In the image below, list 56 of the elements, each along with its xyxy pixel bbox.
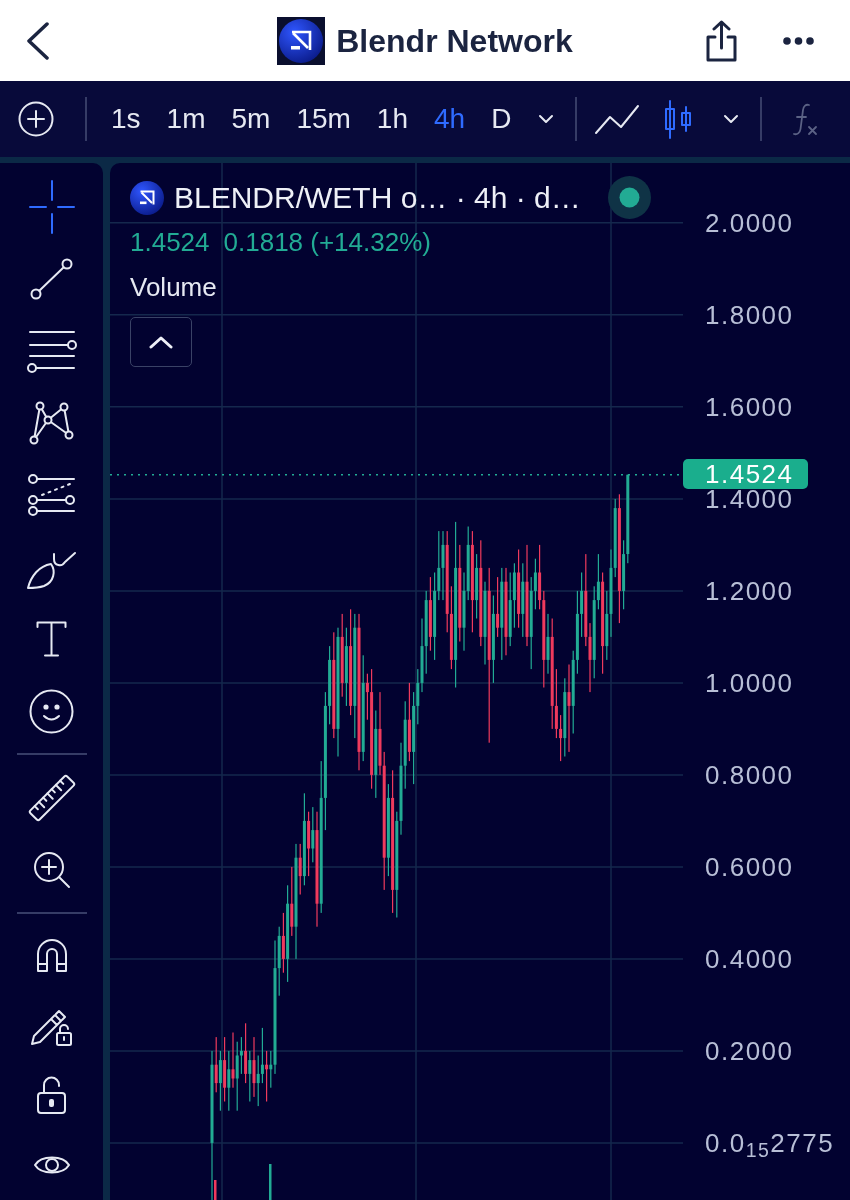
volume-bar (214, 1180, 217, 1200)
open-padlock-icon[interactable] (36, 1075, 67, 1115)
indicator-label[interactable]: Volume (130, 274, 217, 300)
collapse-button[interactable] (130, 317, 192, 367)
price-axis-label: 2.0000 (705, 212, 794, 233)
candlestick (231, 1032, 235, 1088)
connected-nodes-icon[interactable] (29, 401, 74, 445)
candlestick (441, 531, 445, 601)
chevron-up-icon (149, 335, 173, 349)
candlestick-icon[interactable] (663, 99, 694, 139)
price-change: 0.1818 (+14.32%) (223, 229, 431, 255)
timeframe-tab[interactable]: 4h (422, 99, 478, 139)
timeframe-tab[interactable]: D (479, 99, 524, 139)
candlestick (588, 623, 592, 693)
price-axis-label: 0.8000 (705, 764, 794, 785)
horizontal-lines-icon[interactable] (26, 329, 77, 373)
candlestick (546, 613, 550, 674)
chevron-down-icon[interactable] (538, 114, 555, 124)
last-price: 1.4524 (130, 229, 210, 255)
app-title: Blendr Network (336, 24, 573, 57)
timeframe-tab[interactable]: 1s (99, 99, 153, 139)
price-axis-label: 0.2000 (705, 1040, 794, 1061)
candlestick (378, 692, 382, 775)
timeframe-tab[interactable]: 15m (284, 99, 363, 139)
logo-icon (277, 16, 326, 65)
smiley-icon[interactable] (29, 688, 74, 734)
dotted-lines-icon[interactable] (27, 473, 76, 517)
candlestick (252, 1037, 256, 1097)
back-icon[interactable] (26, 21, 50, 60)
crosshair-icon[interactable] (28, 180, 75, 234)
timeframe-tab[interactable]: 5m (219, 99, 283, 139)
zoom-in-icon[interactable] (32, 850, 71, 889)
volume-bar (269, 1164, 272, 1200)
price-axis-label: 1.0000 (705, 672, 794, 693)
price-axis-label: 1.8000 (705, 304, 794, 325)
timeframe-tab[interactable]: 1m (154, 99, 218, 139)
pair-logo-icon (130, 181, 164, 215)
chart-symbol-title[interactable]: BLENDR/WETH o… · 4h · d… (174, 183, 581, 213)
ruler-icon[interactable] (27, 773, 76, 822)
line-chart-icon[interactable] (594, 103, 641, 135)
price-axis-label: 1.2000 (705, 580, 794, 601)
current-price-tag: 1.4524 (683, 459, 808, 490)
text-tool-icon[interactable] (36, 621, 67, 657)
function-icon[interactable] (791, 102, 820, 136)
price-axis-label: 0.6000 (705, 856, 794, 877)
chevron-down-icon[interactable] (723, 114, 740, 124)
price-axis-label: 1.4000 (705, 488, 794, 509)
magnet-icon[interactable] (35, 937, 68, 973)
share-icon[interactable] (705, 19, 738, 62)
candlestick (567, 664, 571, 752)
price-axis-label: 0.4000 (705, 948, 794, 969)
plus-circle-icon[interactable] (18, 101, 54, 137)
timeframe-tab[interactable]: 1h (364, 99, 420, 139)
line-segment-icon[interactable] (30, 258, 73, 300)
price-axis-label: 1.6000 (705, 396, 794, 417)
more-icon[interactable] (783, 36, 814, 45)
